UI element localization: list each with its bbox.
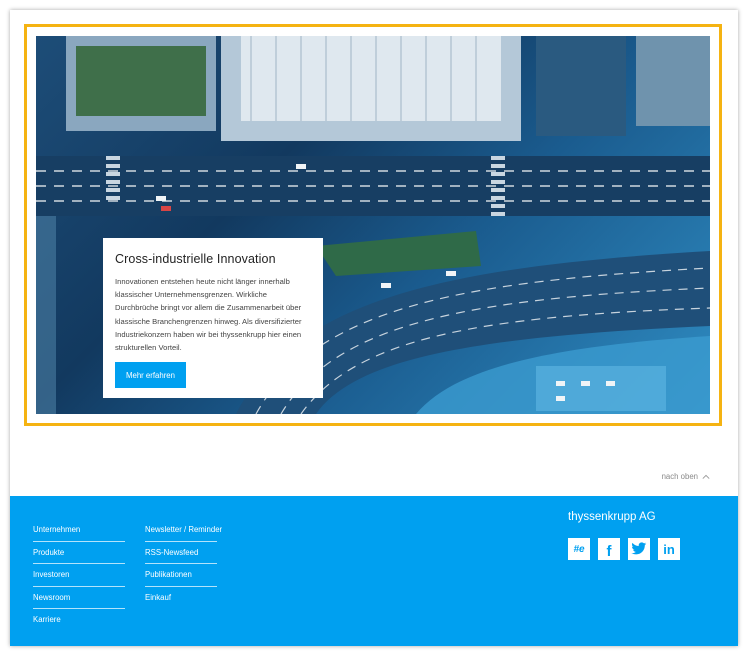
- twitter-bird-icon: [631, 542, 647, 555]
- hashtag-icon[interactable]: #e: [568, 538, 590, 560]
- footer-nav-primary: Unternehmen Produkte Investoren Newsroom…: [33, 520, 126, 633]
- hero-image: Cross-industrielle Innovation Innovation…: [36, 36, 710, 414]
- footer-link-produkte[interactable]: Produkte: [33, 543, 126, 566]
- social-links: #e f in: [568, 538, 680, 560]
- linkedin-icon[interactable]: in: [658, 538, 680, 560]
- footer-link-newsletter[interactable]: Newsletter / Reminder: [145, 520, 222, 543]
- footer-link-rss[interactable]: RSS-Newsfeed: [145, 543, 222, 566]
- teaser-card: Cross-industrielle Innovation Innovation…: [103, 238, 323, 398]
- footer-nav-secondary: Newsletter / Reminder RSS-Newsfeed Publi…: [145, 520, 222, 610]
- footer-link-newsroom[interactable]: Newsroom: [33, 588, 126, 611]
- footer-link-publikationen[interactable]: Publikationen: [145, 565, 222, 588]
- back-to-top-label: nach oben: [661, 472, 698, 481]
- facebook-icon[interactable]: f: [598, 538, 620, 560]
- teaser-body: Innovationen entstehen heute nicht länge…: [115, 277, 302, 353]
- footer-link-investoren[interactable]: Investoren: [33, 565, 126, 588]
- footer-link-unternehmen[interactable]: Unternehmen: [33, 520, 126, 543]
- chevron-up-icon: [702, 474, 710, 479]
- twitter-icon[interactable]: [628, 538, 650, 560]
- footer-brand: thyssenkrupp AG: [568, 511, 656, 523]
- footer-link-karriere[interactable]: Karriere: [33, 610, 80, 633]
- more-button[interactable]: Mehr erfahren: [115, 362, 186, 388]
- footer-link-einkauf[interactable]: Einkauf: [145, 588, 222, 611]
- footer: Unternehmen Produkte Investoren Newsroom…: [10, 496, 738, 646]
- back-to-top-link[interactable]: nach oben: [662, 472, 710, 481]
- teaser-title: Cross-industrielle Innovation: [115, 252, 276, 266]
- page: Cross-industrielle Innovation Innovation…: [10, 10, 738, 646]
